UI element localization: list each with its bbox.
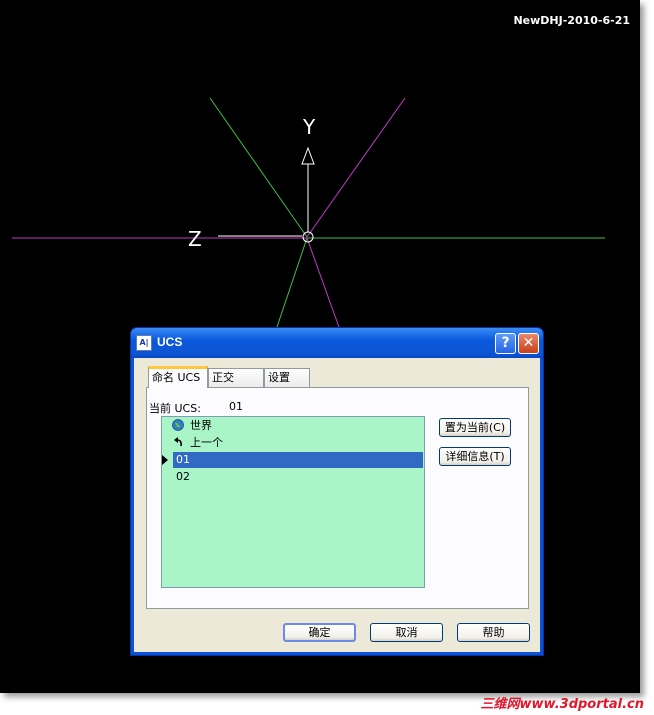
current-pointer-icon: [162, 455, 168, 465]
set-current-button[interactable]: 置为当前(C): [439, 418, 511, 437]
footer-watermark: 三维网www.3dportal.cn: [480, 697, 644, 712]
list-item-02[interactable]: 02: [176, 469, 428, 485]
undo-arrow-icon: [174, 437, 182, 447]
tab-named-ucs[interactable]: 命名 UCS: [148, 366, 208, 388]
list-item-label: 世界: [190, 419, 212, 432]
current-ucs-label: 当前 UCS:: [149, 402, 201, 415]
cancel-button[interactable]: 取消: [370, 623, 443, 642]
dialog-client-area: 命名 UCS 正交 UCS 设置 当前 UCS: 01 世界 上一个: [134, 358, 540, 652]
list-item-world[interactable]: 世界: [172, 418, 424, 434]
globe-icon: [172, 419, 184, 431]
axis-line-green-nw: [209, 97, 308, 238]
z-axis-label: Z: [188, 227, 202, 251]
y-axis-label: Y: [302, 115, 316, 139]
list-item-label: 上一个: [190, 436, 223, 449]
titlebar-help-button[interactable]: ?: [495, 333, 516, 354]
list-item-label: 01: [176, 453, 190, 466]
details-button[interactable]: 详细信息(T): [439, 447, 511, 466]
list-item-01-selected[interactable]: 01: [162, 452, 423, 468]
top-watermark: NewDHJ-2010-6-21: [513, 14, 630, 27]
list-item-previous[interactable]: 上一个: [172, 435, 424, 451]
y-axis-arrow-icon: [301, 146, 315, 165]
ucs-dialog: A| UCS ? ✕ 命名 UCS 正交 UCS 设置 当前 UCS: 01 世…: [130, 327, 544, 656]
cad-viewport[interactable]: Y Z NewDHJ-2010-6-21 A| UCS ? ✕ 命名 UCS 正…: [0, 0, 640, 693]
axis-line-green-s: [275, 237, 308, 331]
titlebar-close-button[interactable]: ✕: [518, 333, 539, 354]
tab-settings[interactable]: 设置: [264, 368, 310, 387]
axis-line-magenta-ne: [306, 97, 406, 238]
tab-orthographic-ucs[interactable]: 正交 UCS: [208, 368, 264, 402]
current-ucs-value: 01: [229, 400, 243, 413]
axis-line-magenta-s: [306, 237, 341, 331]
dialog-title: UCS: [157, 335, 183, 349]
ok-button[interactable]: 确定: [283, 623, 356, 642]
list-item-label: 02: [176, 470, 190, 483]
help-button[interactable]: 帮助: [457, 623, 530, 642]
ucs-app-icon: A|: [136, 335, 152, 351]
dialog-titlebar[interactable]: A| UCS ? ✕: [131, 328, 543, 358]
ucs-list[interactable]: 世界 上一个 01 02: [161, 416, 425, 588]
